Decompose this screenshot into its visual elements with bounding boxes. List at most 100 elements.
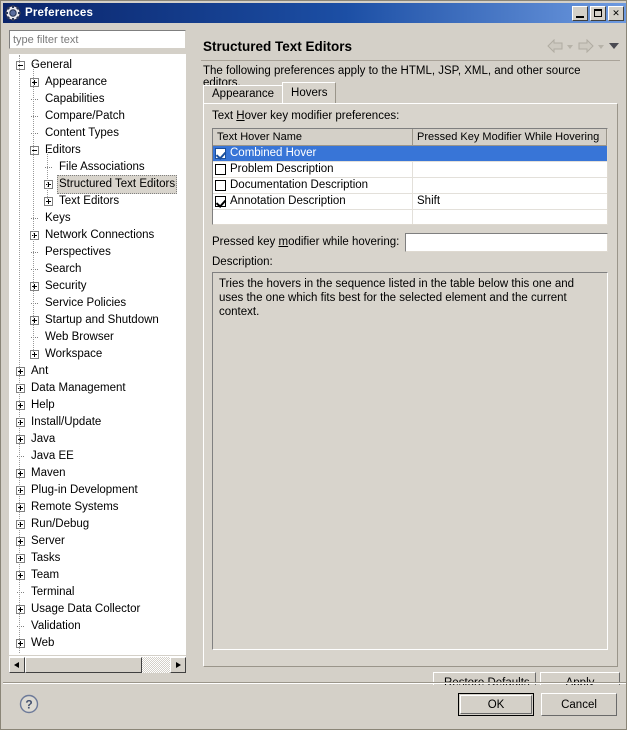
tree-item[interactable]: Help [10,397,185,414]
tree-item[interactable]: Validation [10,618,185,635]
column-header-pressed-key-modifier[interactable]: Pressed Key Modifier While Hovering [413,129,607,146]
tree-item[interactable]: Install/Update [10,414,185,431]
tree-item[interactable]: Server [10,533,185,550]
pressed-key-modifier-label: Pressed key modifier while hovering: [212,236,399,248]
tree-item[interactable]: Workspace [10,346,185,363]
tab-appearance[interactable]: Appearance [203,85,283,103]
search-input[interactable] [9,30,186,49]
scroll-right-button[interactable] [170,657,186,673]
scrollbar-track[interactable] [142,657,170,673]
hover-name-label: Annotation Description [230,194,346,209]
tree-item[interactable]: Content Types [10,125,185,142]
tree-item-label: Capabilities [43,91,106,108]
tree-item-label: Network Connections [43,227,156,244]
hover-name-cell[interactable]: Annotation Description [213,194,413,209]
hover-name-cell[interactable]: Problem Description [213,162,413,177]
table-row[interactable]: Combined Hover [213,146,607,162]
minimize-button[interactable] [572,6,588,21]
tree-item-label: Plug-in Development [29,482,140,499]
checkbox-unchecked[interactable] [215,164,226,175]
hover-name-cell[interactable] [213,210,413,225]
pressed-key-label-pre: Pressed key [212,236,278,248]
tree-item[interactable]: Text Editors [10,193,185,210]
tree-item[interactable]: General [10,57,185,74]
tree-item[interactable]: Service Policies [10,295,185,312]
tree-item[interactable]: Web Browser [10,329,185,346]
tree-item[interactable]: Team [10,567,185,584]
checkbox-unchecked[interactable] [215,180,226,191]
tree-item[interactable]: Java [10,431,185,448]
table-row[interactable]: Documentation Description [213,178,607,194]
title-bar: Preferences ✕ [3,3,626,23]
checkbox-checked[interactable] [215,196,226,207]
tree-item[interactable]: Network Connections [10,227,185,244]
tree-item-label: Web Browser [43,329,116,346]
scrollbar-thumb[interactable] [25,657,142,673]
tree-item-label: Server [29,533,67,550]
tab-panel-hovers: Text Hover key modifier preferences: Tex… [203,103,618,667]
tree-item[interactable]: Perspectives [10,244,185,261]
tree-item[interactable]: Plug-in Development [10,482,185,499]
view-menu-chevron-down-icon[interactable] [609,41,618,51]
modifier-cell[interactable] [413,178,607,193]
tree-item[interactable]: Data Management [10,380,185,397]
tree-item-label: Help [29,397,57,414]
window-title: Preferences [25,7,572,19]
checkbox-checked[interactable] [215,148,226,159]
cancel-button[interactable]: Cancel [541,693,617,716]
pressed-key-modifier-input[interactable] [405,233,608,252]
modifier-cell[interactable]: Shift [413,194,607,209]
table-row[interactable]: Problem Description [213,162,607,178]
tree-item[interactable]: Web [10,635,185,652]
forward-arrow-icon[interactable] [578,39,594,53]
tree-item[interactable]: Run/Debug [10,516,185,533]
tree-item-label: Web Services [29,652,104,655]
tree-item[interactable]: Compare/Patch [10,108,185,125]
tree-horizontal-scrollbar[interactable] [9,656,186,673]
tree-item[interactable]: Search [10,261,185,278]
ok-button[interactable]: OK [458,693,534,716]
modifier-cell[interactable] [413,210,607,225]
tree-item-label: Data Management [29,380,128,397]
tree-item[interactable]: Capabilities [10,91,185,108]
modifier-cell[interactable] [413,146,607,161]
page-title: Structured Text Editors [203,39,547,54]
back-arrow-icon[interactable] [547,39,563,53]
tree-item[interactable]: Ant [10,363,185,380]
preferences-tree[interactable]: GeneralAppearanceCapabilitiesCompare/Pat… [9,54,186,655]
back-history-chevron-down-icon[interactable] [566,41,575,51]
tree-item[interactable]: Keys [10,210,185,227]
maximize-button[interactable] [590,6,606,21]
tab-hovers[interactable]: Hovers [282,82,336,103]
page-nav-icons [547,39,618,53]
column-header-text-hover-name[interactable]: Text Hover Name [213,129,413,146]
tree-item[interactable]: Editors [10,142,185,159]
preference-page: Structured Text Editors The following pr… [197,27,624,679]
tree-item[interactable]: Java EE [10,448,185,465]
tree-item-label: Security [43,278,89,295]
hover-name-cell[interactable]: Documentation Description [213,178,413,193]
scroll-left-button[interactable] [9,657,25,673]
hover-name-cell[interactable]: Combined Hover [213,146,413,161]
tree-item-label: Terminal [29,584,76,601]
hover-group-label-pre: Text [212,110,236,122]
tree-item[interactable]: File Associations [10,159,185,176]
tree-item[interactable]: Terminal [10,584,185,601]
tree-item[interactable]: Remote Systems [10,499,185,516]
tree-item[interactable]: Appearance [10,74,185,91]
tree-item[interactable]: Startup and Shutdown [10,312,185,329]
tree-item[interactable]: Maven [10,465,185,482]
table-row[interactable]: Annotation Description Shift [213,194,607,210]
modifier-cell[interactable] [413,162,607,177]
help-icon[interactable]: ? [19,694,39,714]
tree-item[interactable]: Structured Text Editors [10,176,185,193]
forward-history-chevron-down-icon[interactable] [597,41,606,51]
hover-table[interactable]: Text Hover Name Pressed Key Modifier Whi… [212,128,608,225]
tree-item[interactable]: Usage Data Collector [10,601,185,618]
tree-item[interactable]: Security [10,278,185,295]
close-button[interactable]: ✕ [608,6,624,21]
tree-item-label: Web [29,635,56,652]
table-row[interactable] [213,210,607,225]
tree-item[interactable]: Web Services [10,652,185,655]
tree-item[interactable]: Tasks [10,550,185,567]
